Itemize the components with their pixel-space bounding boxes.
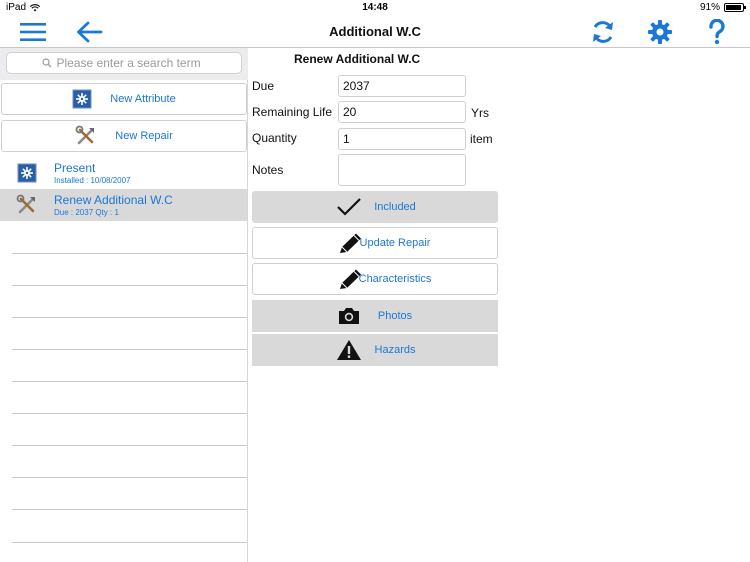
tools-icon (16, 194, 35, 214)
list-separator (12, 542, 247, 543)
help-icon[interactable] (702, 18, 732, 46)
new-attribute-label: New Attribute (110, 93, 176, 105)
list-separator (12, 317, 247, 318)
update-repair-label: Update Repair (359, 237, 431, 249)
list-item-present[interactable]: Present Installed : 10/08/2007 (0, 157, 247, 189)
attribute-icon (72, 89, 92, 109)
notes-input[interactable] (338, 154, 466, 186)
search-bar (0, 48, 248, 80)
list-separator (12, 477, 247, 478)
quantity-label: Quantity (252, 131, 297, 145)
battery-percent: 91% (699, 2, 720, 13)
included-label: Included (374, 201, 416, 213)
quantity-input[interactable] (338, 128, 466, 150)
navigation-bar: Additional W.C (0, 16, 750, 48)
new-repair-label: New Repair (115, 130, 173, 142)
list-separator (12, 509, 247, 510)
left-panel: New Attribute New Repair Present Install… (0, 48, 248, 562)
notes-label: Notes (252, 163, 284, 177)
new-repair-button[interactable]: New Repair (1, 120, 247, 152)
remaining-life-unit: Yrs (471, 106, 489, 120)
update-repair-button[interactable]: Update Repair (252, 227, 498, 259)
detail-panel: Renew Additional W.C Due Remaining Life … (248, 48, 750, 562)
search-input[interactable] (56, 56, 207, 70)
gear-icon[interactable] (645, 18, 675, 46)
list-separator (12, 445, 247, 446)
page-title: Additional W.C (329, 24, 421, 39)
quantity-unit: item (470, 132, 493, 146)
status-bar: iPad 14:48 91% (0, 0, 750, 16)
hazards-button[interactable]: Hazards (252, 334, 498, 366)
detail-title: Renew Additional W.C (294, 52, 421, 66)
tools-icon (75, 125, 95, 145)
new-attribute-button[interactable]: New Attribute (1, 83, 247, 115)
due-input[interactable] (338, 75, 466, 97)
search-field[interactable] (6, 52, 242, 74)
battery-icon (724, 3, 746, 12)
status-time: 14:48 (362, 2, 388, 13)
search-icon (41, 58, 51, 68)
characteristics-button[interactable]: Characteristics (252, 263, 498, 295)
characteristics-label: Characteristics (358, 273, 432, 285)
list-separator (12, 381, 247, 382)
photos-label: Photos (377, 310, 413, 322)
attribute-icon (17, 163, 37, 183)
list-item-subtitle: Due : 2037 Qty : 1 (54, 208, 119, 217)
list-separator (12, 413, 247, 414)
refresh-icon[interactable] (588, 18, 618, 46)
list-item-subtitle: Installed : 10/08/2007 (54, 176, 131, 185)
remaining-life-label: Remaining Life (252, 105, 333, 119)
list-separator (12, 253, 247, 254)
included-button[interactable]: Included (252, 191, 498, 223)
status-right: 91% (699, 2, 746, 13)
list-separator (12, 349, 247, 350)
photos-button[interactable]: Photos (252, 300, 498, 332)
list-item-renew-additional-wc[interactable]: Renew Additional W.C Due : 2037 Qty : 1 (0, 189, 247, 221)
remaining-life-input[interactable] (338, 101, 466, 123)
list-separator (12, 285, 247, 286)
hazards-label: Hazards (374, 344, 416, 356)
list-item-title: Renew Additional W.C (54, 193, 173, 207)
due-label: Due (252, 79, 275, 93)
list-item-title: Present (54, 161, 96, 175)
